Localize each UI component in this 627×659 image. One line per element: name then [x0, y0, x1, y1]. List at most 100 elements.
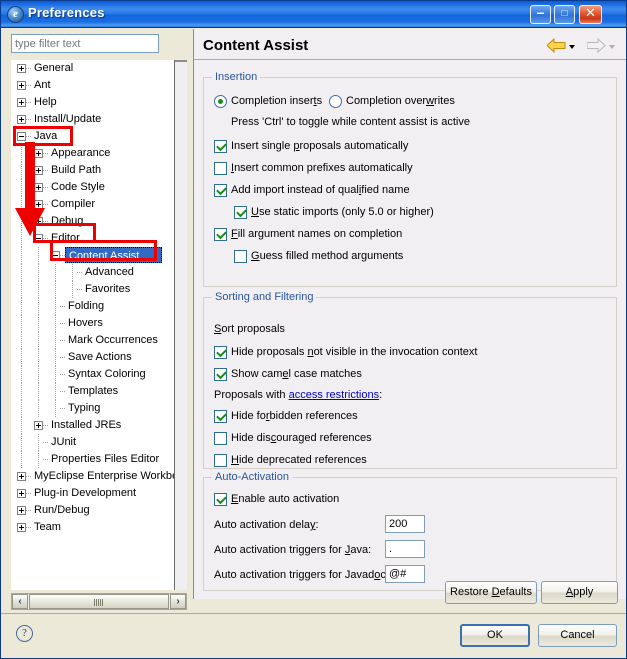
expand-icon[interactable] — [17, 115, 26, 124]
tree-item-plug-in-development[interactable]: Plug-in Development — [11, 485, 187, 502]
tree-item-label: Run/Debug — [34, 504, 90, 516]
tree-item-build-path[interactable]: Build Path — [11, 162, 187, 179]
expand-icon[interactable] — [34, 421, 43, 430]
tree-item-favorites[interactable]: Favorites — [11, 281, 187, 298]
checkbox-use-static-imports-box[interactable] — [234, 206, 247, 219]
scrollbar-thumb[interactable] — [29, 594, 169, 609]
ok-button[interactable]: OK — [460, 624, 530, 647]
restore-defaults-button[interactable]: Restore Defaults — [445, 581, 537, 604]
auto-javadoc-triggers-input[interactable] — [385, 565, 425, 583]
tree-item-hovers[interactable]: Hovers — [11, 315, 187, 332]
expand-icon[interactable] — [17, 523, 26, 532]
tree-guide-line — [21, 162, 22, 179]
tree-item-install-update[interactable]: Install/Update — [11, 111, 187, 128]
expand-icon[interactable] — [17, 489, 26, 498]
collapse-icon[interactable] — [51, 251, 60, 260]
tree-connector — [26, 527, 32, 528]
checkbox-enable-auto-activation-label: Enable auto activation — [231, 493, 340, 505]
tree-item-syntax-coloring[interactable]: Syntax Coloring — [11, 366, 187, 383]
tree-item-folding[interactable]: Folding — [11, 298, 187, 315]
checkbox-fill-argument-names-box[interactable] — [214, 228, 227, 241]
expand-icon[interactable] — [17, 506, 26, 515]
access-restrictions-link[interactable]: access restrictions — [289, 389, 379, 401]
tree-item-label: Java — [34, 130, 58, 142]
collapse-icon[interactable] — [17, 132, 26, 141]
preferences-tree[interactable]: General Ant Help Install/Update Java Appearan… — [11, 60, 187, 590]
checkbox-enable-auto-activation-box[interactable] — [214, 493, 227, 506]
checkbox-hide-deprecated-box[interactable] — [214, 454, 227, 467]
expand-icon[interactable] — [17, 472, 26, 481]
page-title: Content Assist — [203, 37, 309, 54]
tree-connector — [43, 170, 49, 171]
tree-item-code-style[interactable]: Code Style — [11, 179, 187, 196]
checkbox-hide-forbidden-box[interactable] — [214, 410, 227, 423]
tree-item-properties-files-editor[interactable]: Properties Files Editor — [11, 451, 187, 468]
tree-item-junit[interactable]: JUnit — [11, 434, 187, 451]
checkbox-insert-common-prefixes-box[interactable] — [214, 162, 227, 175]
tree-item-content-assist[interactable]: Content Assist — [11, 247, 187, 264]
filter-input[interactable] — [11, 34, 159, 53]
footer-separator — [1, 613, 626, 614]
tree-item-label: Code Style — [51, 181, 105, 193]
expand-icon[interactable] — [34, 166, 43, 175]
expand-icon[interactable] — [34, 183, 43, 192]
scroll-left-icon[interactable]: ‹ — [12, 594, 28, 609]
back-dropdown-icon[interactable] — [569, 45, 575, 49]
tree-item-appearance[interactable]: Appearance — [11, 145, 187, 162]
tree-item-label: Mark Occurrences — [68, 334, 158, 346]
radio-inserts-indicator[interactable] — [214, 95, 227, 108]
tree-item-installed-jres[interactable]: Installed JREs — [11, 417, 187, 434]
tree-item-save-actions[interactable]: Save Actions — [11, 349, 187, 366]
tree-item-run-debug[interactable]: Run/Debug — [11, 502, 187, 519]
tree-item-general[interactable]: General — [11, 60, 187, 77]
radio-overwrites-indicator[interactable] — [329, 95, 342, 108]
tree-item-myeclipse-enterprise-workbenc[interactable]: MyEclipse Enterprise Workbenc — [11, 468, 187, 485]
auto-java-triggers-input[interactable] — [385, 540, 425, 558]
auto-delay-input[interactable] — [385, 515, 425, 533]
tree-item-advanced[interactable]: Advanced — [11, 264, 187, 281]
cancel-button[interactable]: Cancel — [538, 624, 617, 647]
tree-guide-line — [38, 247, 39, 264]
checkbox-hide-not-visible-box[interactable] — [214, 346, 227, 359]
auto-javadoc-triggers-label: Auto activation triggers for Javadoc: — [214, 569, 389, 581]
tree-guide-line — [55, 400, 56, 417]
expand-icon[interactable] — [34, 149, 43, 158]
checkbox-insert-single-proposals-box[interactable] — [214, 140, 227, 153]
minimize-button[interactable]: – — [530, 5, 551, 24]
checkbox-fill-argument-names-label: Fill argument names on completion — [231, 228, 403, 240]
tree-item-label: Favorites — [85, 283, 131, 295]
tree-item-java[interactable]: Java — [11, 128, 187, 145]
expand-icon[interactable] — [17, 98, 26, 107]
tree-horizontal-scrollbar[interactable]: ‹ › — [11, 593, 187, 610]
tree-connector — [60, 340, 66, 341]
checkbox-show-camel-case-box[interactable] — [214, 368, 227, 381]
maximize-button[interactable]: □ — [554, 5, 575, 24]
back-arrow-icon[interactable] — [547, 38, 566, 53]
tree-guide-line — [38, 298, 39, 315]
expand-icon[interactable] — [17, 81, 26, 90]
tree-guide-line — [21, 400, 22, 417]
apply-button[interactable]: Apply — [541, 581, 618, 604]
close-button[interactable]: ✕ — [579, 5, 602, 24]
tree-item-typing[interactable]: Typing — [11, 400, 187, 417]
checkbox-add-import-box[interactable] — [214, 184, 227, 197]
insertion-group-title: Insertion — [212, 71, 261, 83]
tree-item-templates[interactable]: Templates — [11, 383, 187, 400]
expand-icon[interactable] — [17, 64, 26, 73]
tree-connector — [43, 204, 49, 205]
checkbox-hide-discouraged-box[interactable] — [214, 432, 227, 445]
scroll-right-icon[interactable]: › — [170, 594, 186, 609]
tree-guide-line — [21, 451, 22, 468]
tree-item-mark-occurrences[interactable]: Mark Occurrences — [11, 332, 187, 349]
tree-item-team[interactable]: Team — [11, 519, 187, 536]
tree-item-help[interactable]: Help — [11, 94, 187, 111]
help-icon[interactable]: ? — [16, 625, 33, 642]
checkbox-insert-single-proposals-label: Insert single proposals automatically — [231, 140, 409, 152]
checkbox-hide-forbidden-label: Hide forbidden references — [231, 410, 358, 422]
tree-item-label: Editor — [51, 232, 80, 244]
tree-connector — [77, 289, 83, 290]
checkbox-guess-filled-arguments-box[interactable] — [234, 250, 247, 263]
scrollbar-grip-icon — [94, 599, 104, 606]
tree-connector — [77, 272, 83, 273]
tree-item-ant[interactable]: Ant — [11, 77, 187, 94]
